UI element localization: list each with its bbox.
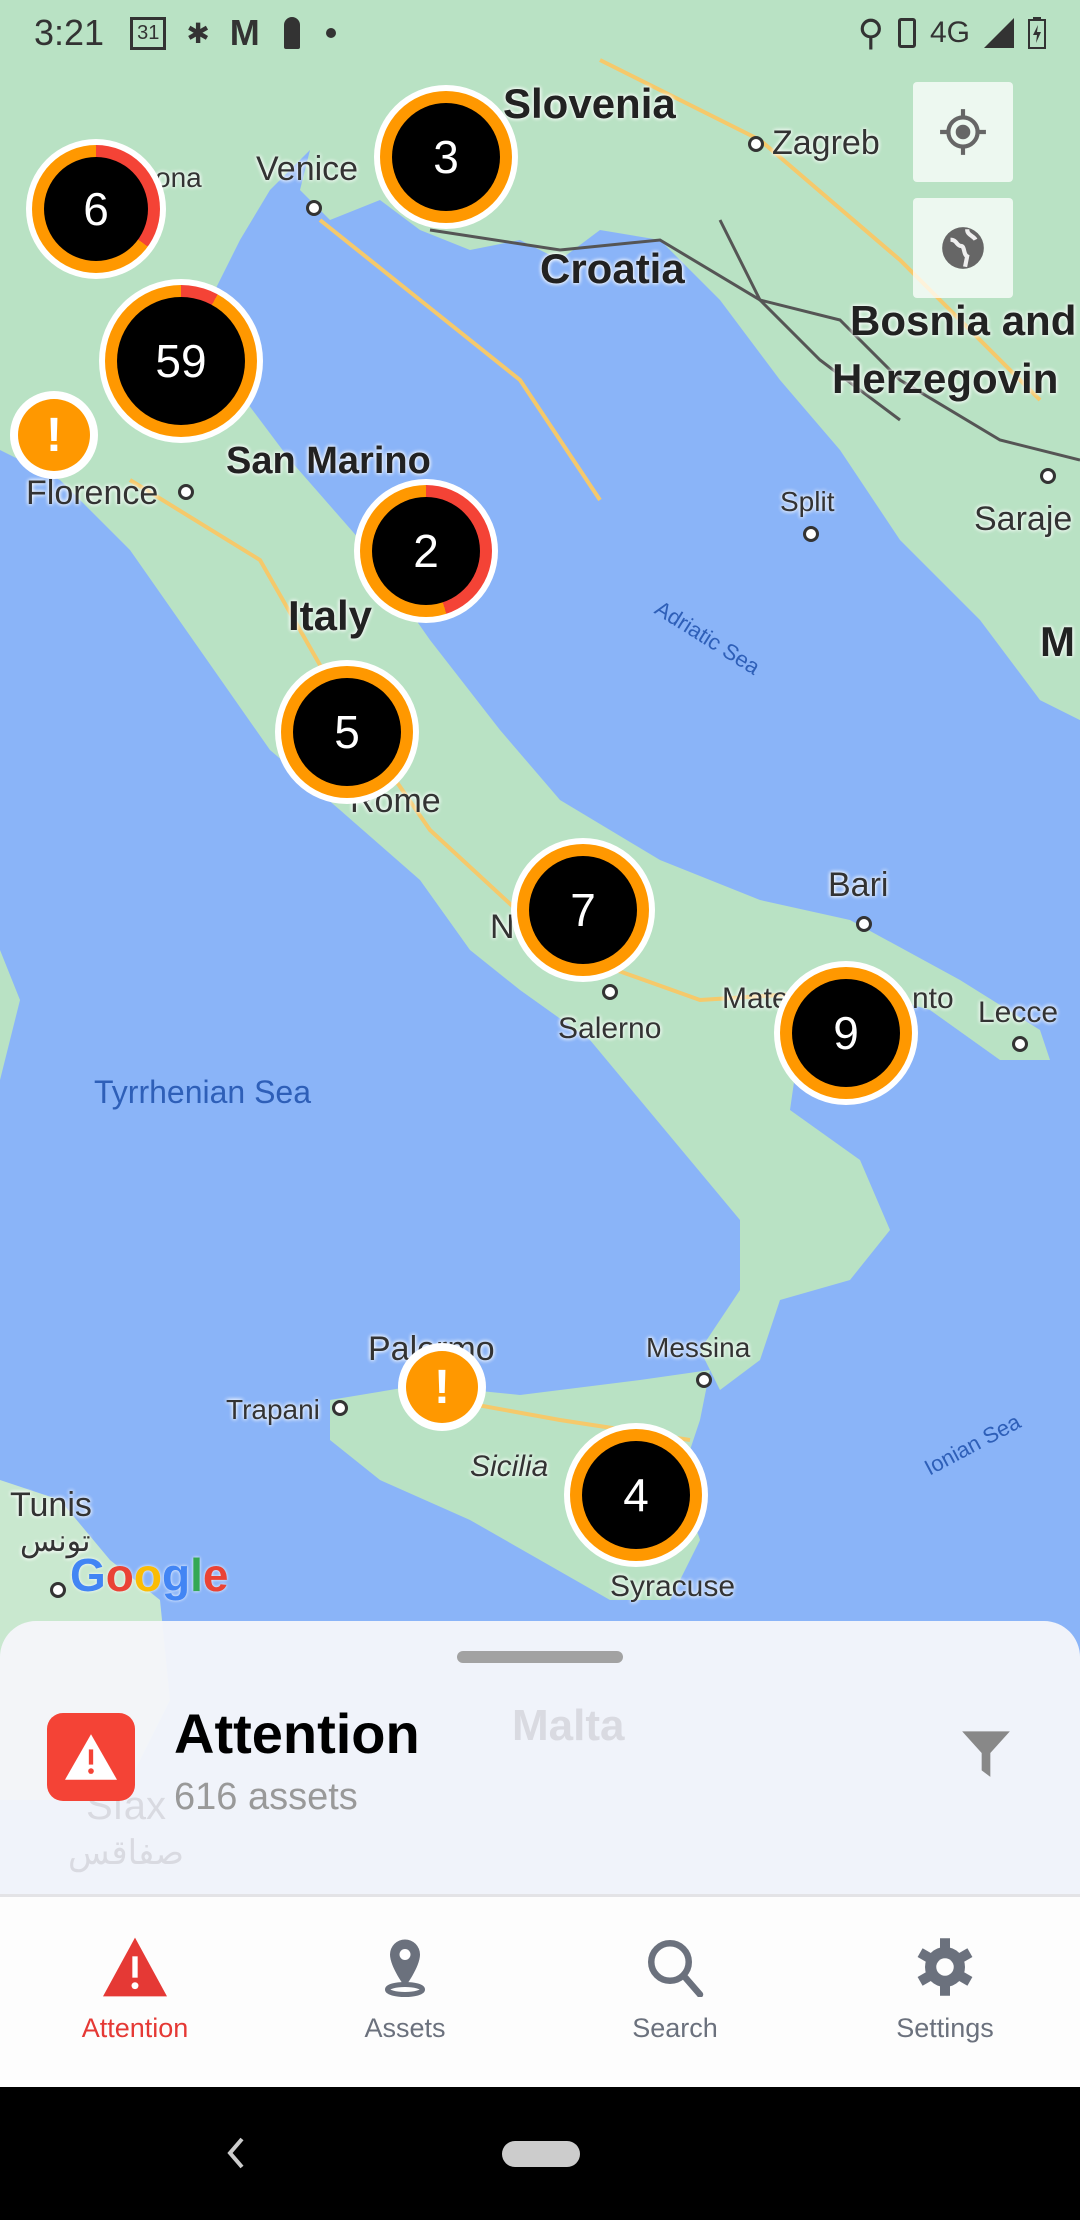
cluster-marker[interactable]: 59 (99, 279, 263, 443)
city-dot (178, 484, 194, 500)
tab-label: Settings (896, 2013, 994, 2043)
gear-icon (917, 1938, 973, 1996)
cluster-marker[interactable]: 6 (26, 139, 166, 279)
map-label: Venice (256, 150, 359, 188)
city-dot (1012, 1036, 1028, 1052)
tab-assets[interactable]: Assets (270, 1897, 540, 2087)
tab-attention[interactable]: Attention (0, 1897, 270, 2087)
my-location-button[interactable] (913, 82, 1013, 182)
map-label: Tunis (10, 1486, 92, 1524)
bottom-nav: Attention Assets Search Settings (0, 1897, 1080, 2087)
signal-icon (984, 18, 1014, 48)
city-dot (803, 526, 819, 542)
map-label: Split (780, 486, 835, 517)
map-label: Trapani (226, 1394, 320, 1425)
bluetooth-icon: ✱ (186, 17, 210, 49)
cluster-count: 4 (582, 1441, 690, 1549)
map-label: Bosnia and (850, 297, 1077, 344)
city-dot (50, 1582, 66, 1598)
city-dot (306, 200, 322, 216)
cluster-count: 9 (792, 979, 900, 1087)
cluster-marker[interactable]: 2 (354, 479, 498, 623)
location-icon: ⚲ (857, 12, 884, 53)
map-label: Croatia (540, 245, 685, 292)
filter-icon (962, 1731, 1010, 1777)
map-label: nto (912, 982, 954, 1015)
map-label: San Marino (226, 440, 431, 482)
status-bar: 3:21 31 ✱ M ⚲ 4G (0, 0, 1080, 66)
map-label: Bari (828, 866, 889, 904)
cluster-marker[interactable]: 3 (374, 85, 518, 229)
network-type: 4G (929, 16, 970, 49)
vibrate-icon (897, 18, 916, 48)
city-dot (602, 984, 618, 1000)
alert-marker-label: ! (406, 1351, 478, 1423)
warning-icon (47, 1713, 135, 1801)
bottom-sheet[interactable]: Malta Sfax صفاقس Attention 616 assets (0, 1621, 1080, 1897)
map-label: Herzegovin (832, 355, 1059, 402)
battery-charging-icon (1028, 17, 1046, 49)
system-nav-bar (0, 2087, 1080, 2220)
map-label: M (1040, 618, 1075, 665)
asset-count: 616 assets (174, 1776, 358, 1818)
dot-icon (325, 28, 336, 38)
tab-label: Attention (81, 2013, 189, 2043)
map-label: Syracuse (610, 1570, 736, 1603)
cluster-count: 2 (372, 497, 480, 605)
cluster-count: 59 (117, 297, 245, 425)
map-type-button[interactable] (913, 198, 1013, 298)
map-label: Sicilia (470, 1450, 549, 1483)
cluster-marker[interactable]: 9 (774, 961, 918, 1105)
map-label-sfax-ar: صفاقس (68, 1834, 185, 1872)
map-label: Zagreb (772, 124, 880, 162)
alert-marker-label: ! (18, 399, 90, 471)
sheet-title: Attention (174, 1702, 420, 1765)
map-label: Slovenia (503, 80, 676, 127)
home-button[interactable] (502, 2141, 580, 2167)
google-logo: Google (70, 1549, 229, 1601)
filter-button[interactable] (960, 1727, 1012, 1784)
alert-marker[interactable]: ! (10, 391, 98, 479)
map-label: Lecce (978, 996, 1059, 1029)
cluster-marker[interactable]: 7 (511, 838, 655, 982)
map-label: Messina (646, 1332, 751, 1363)
cluster-marker[interactable]: 5 (275, 660, 419, 804)
city-dot (696, 1372, 712, 1388)
tab-label: Search (632, 2013, 718, 2043)
globe-icon (942, 227, 984, 269)
calendar-icon: 31 (130, 16, 167, 50)
city-dot (856, 916, 872, 932)
gmail-icon: M (229, 12, 260, 53)
map-label: Florence (26, 474, 159, 512)
map-label-malta: Malta (512, 1701, 625, 1750)
city-dot (332, 1400, 348, 1416)
search-icon (648, 1940, 704, 1997)
tab-label: Assets (364, 2013, 446, 2043)
map-pin-icon (385, 1939, 425, 1997)
warning-icon (103, 1937, 167, 1997)
keyhole-icon (283, 17, 300, 49)
tab-search[interactable]: Search (540, 1897, 810, 2087)
cluster-count: 7 (529, 856, 637, 964)
drag-handle[interactable] (457, 1651, 623, 1663)
crosshair-icon (940, 109, 986, 155)
alert-marker[interactable]: ! (398, 1343, 486, 1431)
map-label: Salerno (558, 1012, 662, 1045)
cluster-marker[interactable]: 4 (564, 1423, 708, 1567)
clock: 3:21 (34, 12, 105, 53)
map-label: Italy (288, 592, 373, 639)
cluster-count: 6 (44, 157, 148, 261)
cluster-count: 5 (293, 678, 401, 786)
city-dot (748, 136, 764, 152)
city-dot (1040, 468, 1056, 484)
tab-settings[interactable]: Settings (810, 1897, 1080, 2087)
cluster-count: 3 (392, 103, 500, 211)
map-label: Tyrrhenian Sea (94, 1074, 312, 1110)
back-icon[interactable] (222, 2133, 252, 2173)
map-label: Saraje (974, 500, 1073, 538)
